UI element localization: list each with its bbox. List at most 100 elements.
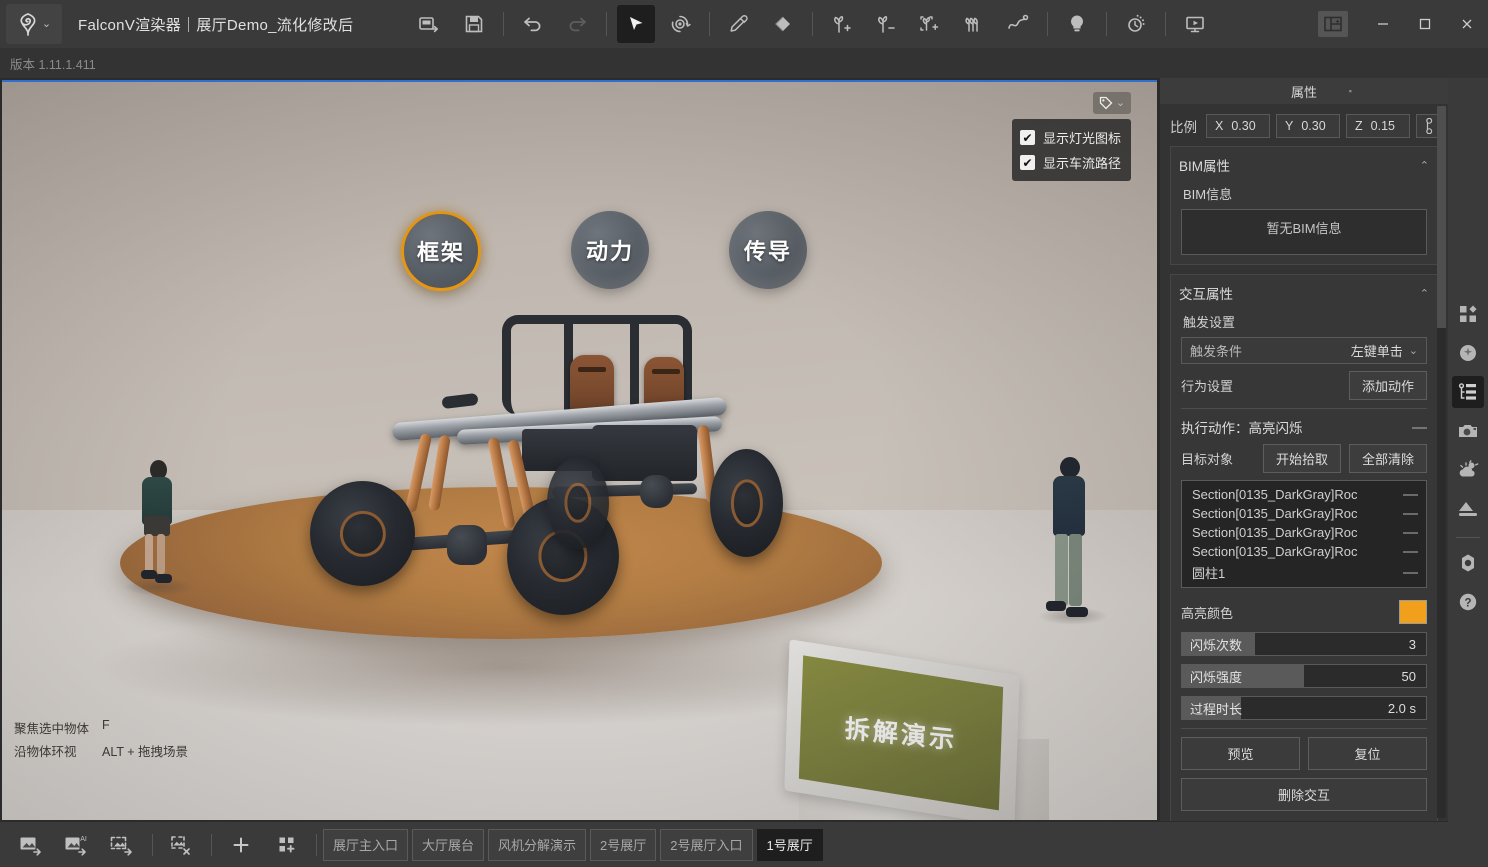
interaction-section: 交互属性 ⌃ 触发设置 触发条件 左键单击 ⌄ 行为设置 添加动作 执行动作：高… — [1170, 274, 1438, 821]
add-plant-icon[interactable] — [823, 5, 861, 43]
sun-time-icon[interactable] — [1117, 5, 1155, 43]
remove-target-icon[interactable]: — — [1403, 565, 1418, 580]
3d-viewport[interactable]: 框架 动力 传导 — [2, 80, 1157, 820]
list-item[interactable]: Section[0135_DarkGray]Roc — — [1182, 485, 1426, 504]
person-shoe — [1046, 601, 1066, 611]
list-item[interactable]: 圆柱1 — — [1182, 561, 1426, 584]
remove-target-icon[interactable]: — — [1403, 506, 1418, 521]
scale-y-input[interactable]: Y 0.30 — [1276, 114, 1340, 138]
bim-section-header[interactable]: BIM属性 ⌃ — [1179, 153, 1429, 181]
save-icon[interactable] — [455, 5, 493, 43]
orbit-tool-icon[interactable] — [661, 5, 699, 43]
scene-grid-icon[interactable] — [268, 828, 306, 862]
app-logo-menu[interactable]: ⌄ — [6, 4, 62, 44]
checkbox-show-traffic-path[interactable]: ✔ 显示车流路径 — [1020, 150, 1121, 175]
crop-image-icon[interactable] — [163, 828, 201, 862]
scale-z-input[interactable]: Z 0.15 — [1346, 114, 1410, 138]
undo-icon[interactable] — [514, 5, 552, 43]
link-chain-icon[interactable] — [1416, 114, 1438, 138]
highlight-color-swatch[interactable] — [1399, 600, 1427, 624]
material-sphere-icon[interactable] — [1452, 337, 1484, 369]
shock-front-left-2 — [428, 435, 451, 512]
add-action-button[interactable]: 添加动作 — [1349, 371, 1427, 400]
wall-button-transmission[interactable]: 传导 — [729, 211, 807, 289]
scene-tab-main-entrance[interactable]: 展厅主入口 — [323, 829, 408, 861]
settings-gear-icon[interactable] — [1452, 547, 1484, 579]
outliner-tree-icon[interactable] — [1452, 376, 1484, 408]
remove-target-icon[interactable]: — — [1403, 544, 1418, 559]
minimize-button[interactable] — [1362, 0, 1404, 48]
path-curve-icon[interactable] — [999, 5, 1037, 43]
slider-value: 3 — [1409, 637, 1416, 652]
list-item[interactable]: Section[0135_DarkGray]Roc — — [1182, 523, 1426, 542]
scrollbar-thumb[interactable] — [1437, 106, 1446, 328]
person-shoe — [155, 574, 172, 583]
eyedropper-icon[interactable] — [720, 5, 758, 43]
bottom-separator — [152, 834, 153, 856]
right-icon-rail: ? — [1448, 78, 1488, 867]
properties-scrollbar[interactable] — [1437, 106, 1446, 818]
assets-icon[interactable] — [1452, 298, 1484, 330]
page-title: FalconV渲染器｜展厅Demo_流化修改后 — [78, 14, 353, 35]
chevron-up-icon: ⌃ — [1420, 287, 1429, 300]
scene-tab-lobby-stage[interactable]: 大厅展台 — [412, 829, 484, 861]
preview-button[interactable]: 预览 — [1181, 737, 1300, 770]
scene-tab-fan-disassembly[interactable]: 风机分解演示 — [488, 829, 586, 861]
terrain-icon[interactable] — [1452, 493, 1484, 525]
scene-tab-label: 展厅主入口 — [333, 835, 398, 854]
paint-bucket-icon[interactable] — [764, 5, 802, 43]
list-item[interactable]: Section[0135_DarkGray]Roc — — [1182, 542, 1426, 561]
close-button[interactable] — [1446, 0, 1488, 48]
wall-button-power[interactable]: 动力 — [571, 211, 649, 289]
blink-intensity-slider[interactable]: 闪烁强度 50 — [1181, 664, 1427, 688]
scene-tab-hall-2[interactable]: 2号展厅 — [590, 829, 656, 861]
checkbox-show-light-icons[interactable]: ✔ 显示灯光图标 — [1020, 125, 1121, 150]
add-image-icon[interactable] — [12, 828, 50, 862]
list-item[interactable]: Section[0135_DarkGray]Roc — — [1182, 504, 1426, 523]
scale-x-input[interactable]: X 0.30 — [1206, 114, 1270, 138]
bottom-separator — [316, 834, 317, 856]
duration-slider[interactable]: 过程时长 2.0 s — [1181, 696, 1427, 720]
interaction-section-header[interactable]: 交互属性 ⌃ — [1179, 281, 1429, 309]
display-tags-button[interactable]: ⌄ — [1093, 92, 1131, 114]
remove-target-icon[interactable]: — — [1403, 525, 1418, 540]
clear-all-button[interactable]: 全部清除 — [1349, 444, 1427, 473]
target-name: Section[0135_DarkGray]Roc — [1192, 544, 1357, 559]
light-bulb-icon[interactable] — [1058, 5, 1096, 43]
reset-button[interactable]: 复位 — [1308, 737, 1427, 770]
trigger-condition-select[interactable]: 触发条件 左键单击 ⌄ — [1181, 337, 1427, 364]
remove-plant-icon[interactable] — [867, 5, 905, 43]
presentation-icon[interactable] — [1176, 5, 1214, 43]
target-object-list[interactable]: Section[0135_DarkGray]Roc — Section[0135… — [1181, 480, 1427, 588]
tire-rear-left — [547, 457, 609, 549]
toolbar-separator — [606, 12, 607, 36]
remove-target-icon[interactable]: — — [1403, 487, 1418, 502]
layout-grid-icon[interactable] — [1318, 11, 1348, 37]
blink-count-slider[interactable]: 闪烁次数 3 — [1181, 632, 1427, 656]
properties-panel: 属性 ▪ 比例 X 0.30 Y 0.30 Z 0.15 — [1160, 78, 1448, 821]
camera-icon[interactable] — [1452, 415, 1484, 447]
ai-image-icon[interactable]: AI — [58, 828, 96, 862]
info-kiosk[interactable]: 拆解演示 — [787, 657, 1072, 820]
scene-tab-hall-1[interactable]: 1号展厅 — [757, 829, 823, 861]
weather-cloud-icon[interactable] — [1452, 454, 1484, 486]
start-pick-button[interactable]: 开始拾取 — [1263, 444, 1341, 473]
collapse-action-icon[interactable]: — — [1412, 420, 1427, 435]
tire-front-left — [310, 481, 415, 586]
vehicle-model[interactable] — [292, 307, 832, 657]
bim-section-title: BIM属性 — [1179, 155, 1230, 175]
maximize-button[interactable] — [1404, 0, 1446, 48]
scene-tab-hall-2-entrance[interactable]: 2号展厅入口 — [660, 829, 752, 861]
export-project-icon[interactable] — [411, 5, 449, 43]
add-scene-icon[interactable] — [222, 828, 260, 862]
plant-group-icon[interactable] — [955, 5, 993, 43]
redo-icon[interactable] — [558, 5, 596, 43]
delete-interaction-button[interactable]: 删除交互 — [1181, 778, 1427, 811]
edit-plant-icon[interactable] — [911, 5, 949, 43]
batch-image-icon[interactable] — [104, 828, 142, 862]
checkbox-mark: ✔ — [1020, 130, 1035, 145]
wall-button-frame[interactable]: 框架 — [401, 211, 481, 291]
select-tool-icon[interactable] — [617, 5, 655, 43]
help-icon[interactable]: ? — [1452, 586, 1484, 618]
pin-icon[interactable]: ▪ — [1349, 86, 1352, 96]
